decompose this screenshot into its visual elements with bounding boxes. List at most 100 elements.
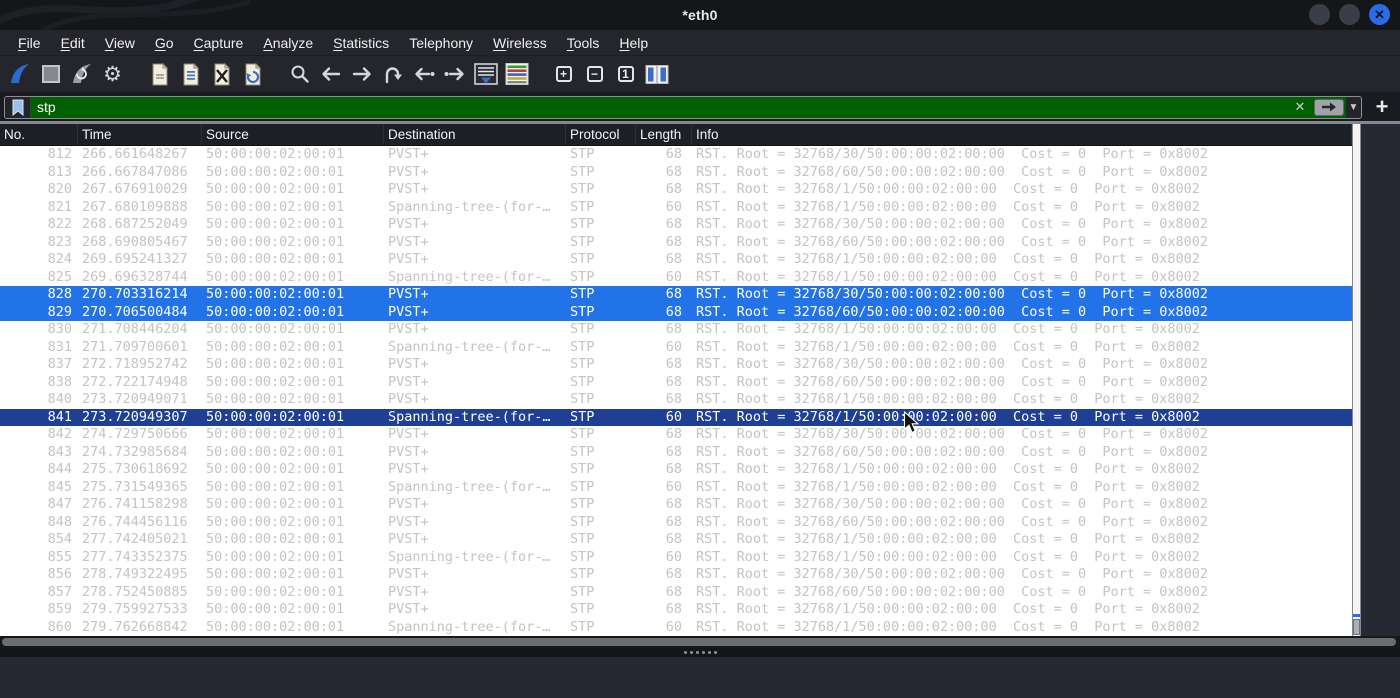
filter-apply-button[interactable] <box>1314 98 1344 116</box>
cell-time: 266.667847086 <box>82 163 188 180</box>
packet-row-822[interactable]: 822 268.687252049 50:00:00:02:00:01 PVST+ ST… <box>0 216 1352 234</box>
filter-add-button[interactable]: + <box>1370 95 1394 119</box>
packet-row-857[interactable]: 857 278.752450885 50:00:00:02:00:01 PVST+ ST… <box>0 583 1352 601</box>
packet-row-855[interactable]: 855 277.743352375 50:00:00:02:00:01 Spannin… <box>0 548 1352 566</box>
packet-row-812[interactable]: 812 266.661648267 50:00:00:02:00:01 PVST+ ST… <box>0 146 1352 164</box>
packet-row-813[interactable]: 813 266.667847086 50:00:00:02:00:01 PVST+ ST… <box>0 163 1352 181</box>
packet-row-847[interactable]: 847 276.741158298 50:00:00:02:00:01 PVST+ ST… <box>0 496 1352 514</box>
packet-row-842[interactable]: 842 274.729750666 50:00:00:02:00:01 PVST+ ST… <box>0 426 1352 444</box>
zoom-100-icon[interactable]: 1 <box>610 59 641 89</box>
menu-edit[interactable]: Edit <box>51 33 95 53</box>
cell-source: 50:00:00:02:00:01 <box>206 373 345 390</box>
cell-info: RST. Root = 32768/1/50:00:00:02:00:00 Co… <box>696 478 1200 495</box>
filter-dropdown-arrow[interactable]: ▼ <box>1346 96 1361 118</box>
cell-time: 277.743352375 <box>82 548 188 565</box>
cell-info: RST. Root = 32768/1/50:00:00:02:00:00 Co… <box>696 461 1200 477</box>
pane-splitter[interactable] <box>0 648 1400 657</box>
menu-go[interactable]: Go <box>145 33 184 53</box>
open-file-icon[interactable] <box>144 59 175 89</box>
cell-info: RST. Root = 32768/1/50:00:00:02:00:00 Co… <box>696 181 1200 197</box>
vertical-scrollbar[interactable] <box>1352 124 1361 636</box>
cell-time: 275.731549365 <box>82 478 188 495</box>
resize-columns-icon[interactable] <box>641 59 672 89</box>
packet-row-860[interactable]: 860 279.762668842 50:00:00:02:00:01 Spannin… <box>0 618 1352 636</box>
horizontal-scrollbar[interactable] <box>0 636 1400 648</box>
packet-row-859[interactable]: 859 279.759927533 50:00:00:02:00:01 PVST+ ST… <box>0 601 1352 619</box>
cell-length: 68 <box>665 601 682 617</box>
menu-tools[interactable]: Tools <box>557 33 610 53</box>
column-header-length[interactable]: Length <box>636 124 692 145</box>
zoom-in-icon[interactable]: + <box>548 59 579 89</box>
menu-telephony[interactable]: Telephony <box>399 33 483 53</box>
menu-statistics[interactable]: Statistics <box>323 33 399 53</box>
horizontal-scrollbar-thumb[interactable] <box>2 638 1396 646</box>
packet-row-831[interactable]: 831 271.709700601 50:00:00:02:00:01 Spannin… <box>0 338 1352 356</box>
cell-protocol: STP <box>570 426 595 442</box>
cell-destination: PVST+ <box>388 513 429 530</box>
cell-destination: PVST+ <box>388 163 429 180</box>
stop-capture-icon[interactable] <box>35 59 66 89</box>
menu-analyze[interactable]: Analyze <box>253 33 323 53</box>
menu-wireless[interactable]: Wireless <box>483 33 557 53</box>
packet-row-840[interactable]: 840 273.720949071 50:00:00:02:00:01 PVST+ ST… <box>0 391 1352 409</box>
cell-protocol: STP <box>570 163 595 180</box>
close-file-icon[interactable] <box>206 59 237 89</box>
go-last-icon[interactable] <box>439 59 470 89</box>
column-header-time[interactable]: Time <box>78 124 202 145</box>
column-header-info[interactable]: Info <box>692 124 1352 145</box>
packet-row-844[interactable]: 844 275.730618692 50:00:00:02:00:01 PVST+ ST… <box>0 461 1352 479</box>
save-file-icon[interactable] <box>175 59 206 89</box>
column-header-source[interactable]: Source <box>202 124 384 145</box>
packet-row-848[interactable]: 848 276.744456116 50:00:00:02:00:01 PVST+ ST… <box>0 513 1352 531</box>
cell-info: RST. Root = 32768/1/50:00:00:02:00:00 Co… <box>696 321 1200 337</box>
cell-source: 50:00:00:02:00:01 <box>206 496 345 512</box>
cell-info: RST. Root = 32768/1/50:00:00:02:00:00 Co… <box>696 408 1200 425</box>
column-header-no[interactable]: No. <box>0 124 78 145</box>
menu-capture[interactable]: Capture <box>184 33 254 53</box>
colorize-icon[interactable] <box>501 59 532 89</box>
go-back-icon[interactable] <box>315 59 346 89</box>
packet-row-829[interactable]: 829 270.706500484 50:00:00:02:00:01 PVST+ ST… <box>0 303 1352 321</box>
packet-row-830[interactable]: 830 271.708446204 50:00:00:02:00:01 PVST+ ST… <box>0 321 1352 339</box>
go-to-packet-icon[interactable] <box>377 59 408 89</box>
packet-row-825[interactable]: 825 269.696328744 50:00:00:02:00:01 Spannin… <box>0 268 1352 286</box>
column-header-destination[interactable]: Destination <box>384 124 566 145</box>
packet-row-837[interactable]: 837 272.718952742 50:00:00:02:00:01 PVST+ ST… <box>0 356 1352 374</box>
packet-row-824[interactable]: 824 269.695241327 50:00:00:02:00:01 PVST+ ST… <box>0 251 1352 269</box>
column-header-protocol[interactable]: Protocol <box>566 124 636 145</box>
restart-capture-icon[interactable] <box>66 59 97 89</box>
go-first-icon[interactable] <box>408 59 439 89</box>
cell-protocol: STP <box>570 373 595 390</box>
maximize-button[interactable] <box>1339 4 1360 25</box>
vertical-scrollbar-thumb[interactable] <box>1353 619 1360 635</box>
go-forward-icon[interactable] <box>346 59 377 89</box>
packet-row-841[interactable]: 841 273.720949307 50:00:00:02:00:01 Spannin… <box>0 408 1352 426</box>
packet-row-838[interactable]: 838 272.722174948 50:00:00:02:00:01 PVST+ ST… <box>0 373 1352 391</box>
packet-row-856[interactable]: 856 278.749322495 50:00:00:02:00:01 PVST+ ST… <box>0 566 1352 584</box>
cell-protocol: STP <box>570 338 595 355</box>
menu-file[interactable]: File <box>8 33 51 53</box>
menu-view[interactable]: View <box>95 33 145 53</box>
zoom-out-icon[interactable]: − <box>579 59 610 89</box>
start-capture-icon[interactable] <box>4 59 35 89</box>
auto-scroll-icon[interactable] <box>470 59 501 89</box>
capture-options-icon[interactable]: ⚙ <box>97 59 128 89</box>
cell-time: 266.661648267 <box>82 146 188 162</box>
packet-row-854[interactable]: 854 277.742405021 50:00:00:02:00:01 PVST+ ST… <box>0 531 1352 549</box>
menu-help[interactable]: Help <box>609 33 658 53</box>
filter-bookmark-button[interactable] <box>5 96 31 118</box>
cell-protocol: STP <box>570 443 595 460</box>
packet-row-820[interactable]: 820 267.676910029 50:00:00:02:00:01 PVST+ ST… <box>0 181 1352 199</box>
packet-row-845[interactable]: 845 275.731549365 50:00:00:02:00:01 Spannin… <box>0 478 1352 496</box>
reload-file-icon[interactable] <box>237 59 268 89</box>
close-button[interactable]: ✕ <box>1369 4 1390 25</box>
packet-row-828[interactable]: 828 270.703316214 50:00:00:02:00:01 PVST+ ST… <box>0 286 1352 304</box>
packet-row-843[interactable]: 843 274.732985684 50:00:00:02:00:01 PVST+ ST… <box>0 443 1352 461</box>
packet-row-823[interactable]: 823 268.690805467 50:00:00:02:00:01 PVST+ ST… <box>0 233 1352 251</box>
filter-input[interactable]: stp <box>31 96 1288 118</box>
packet-row-821[interactable]: 821 267.680109888 50:00:00:02:00:01 Spannin… <box>0 198 1352 216</box>
minimize-button[interactable] <box>1309 4 1330 25</box>
find-packet-icon[interactable] <box>284 59 315 89</box>
cell-destination: Spanning-tree-(for-… <box>388 478 551 495</box>
filter-clear-button[interactable]: ✕ <box>1288 96 1312 118</box>
